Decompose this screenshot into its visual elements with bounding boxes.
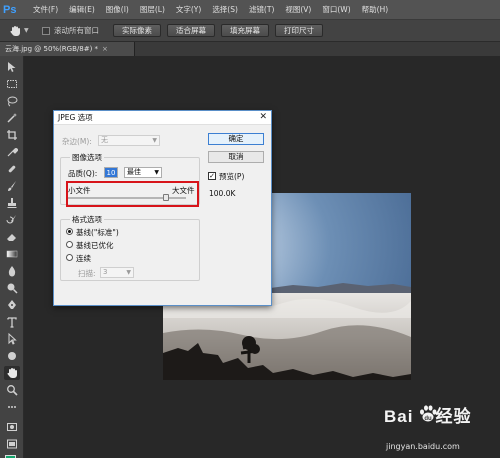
dialog-title: JPEG 选项 <box>58 113 93 122</box>
menu-filter[interactable]: 滤镜(T) <box>249 4 274 15</box>
matte-value: 无 <box>101 136 108 144</box>
quality-preset-select[interactable]: 最佳 ▼ <box>124 167 162 178</box>
menu-edit[interactable]: 编辑(E) <box>69 4 95 15</box>
document-tab[interactable]: 云海.jpg @ 50%(RGB/8#) * × <box>0 42 135 56</box>
scans-value: 3 <box>103 268 108 276</box>
preview-label: 预览(P) <box>219 172 245 181</box>
gradient-icon[interactable] <box>4 247 20 261</box>
matte-select[interactable]: 无 ▼ <box>98 135 160 146</box>
brush-icon[interactable] <box>4 179 20 193</box>
format-progressive-label: 连续 <box>76 254 91 263</box>
screen-mode-icon[interactable] <box>4 437 20 451</box>
fit-screen-button[interactable]: 适合屏幕 <box>167 24 215 37</box>
path-selection-icon[interactable] <box>4 332 20 346</box>
menu-file[interactable]: 文件(F) <box>33 4 58 15</box>
photoshop-logo: Ps <box>3 3 17 16</box>
menu-help[interactable]: 帮助(H) <box>362 4 389 15</box>
format-options-title: 格式选项 <box>70 214 104 225</box>
image-options-title: 图像选项 <box>70 152 104 163</box>
scans-select[interactable]: 3 ▼ <box>100 267 134 278</box>
quick-mask-icon[interactable] <box>4 420 20 434</box>
matte-label: 杂边(M): <box>62 137 92 146</box>
quality-label: 品质(Q): <box>68 169 98 178</box>
scans-label: 扫描: <box>78 269 96 278</box>
history-brush-icon[interactable] <box>4 213 20 227</box>
format-baseline-optimized-label: 基线已优化 <box>76 241 114 250</box>
preview-checkbox[interactable]: ✓ <box>208 172 216 180</box>
chevron-down-icon: ▼ <box>152 137 157 144</box>
eyedropper-icon[interactable] <box>4 145 20 159</box>
clone-stamp-icon[interactable] <box>4 196 20 210</box>
close-icon[interactable]: × <box>102 45 108 53</box>
zoom-icon[interactable] <box>4 383 20 397</box>
file-size-value: 100.0K <box>209 189 236 198</box>
document-tab-label: 云海.jpg @ 50%(RGB/8#) * <box>5 45 99 53</box>
type-icon[interactable] <box>4 315 20 329</box>
quality-input[interactable]: 10 <box>104 167 118 178</box>
format-baseline-standard-label: 基线("标准") <box>76 228 119 237</box>
chevron-down-icon: ▼ <box>154 169 159 176</box>
healing-brush-icon[interactable] <box>4 162 20 176</box>
edit-toolbar-icon[interactable] <box>4 400 20 414</box>
blur-icon[interactable] <box>4 264 20 278</box>
hand-icon[interactable] <box>4 366 20 380</box>
slider-highlight-box <box>66 181 199 207</box>
baidu-jingyan-watermark: du Bai 经验 jingyan.baidu.com <box>384 402 496 456</box>
magic-wand-icon[interactable] <box>4 111 20 125</box>
marquee-icon[interactable] <box>4 77 20 91</box>
scroll-all-windows-checkbox[interactable] <box>42 26 50 35</box>
scroll-all-windows-label: 滚动所有窗口 <box>54 26 99 35</box>
format-progressive-radio[interactable] <box>66 254 73 261</box>
menu-bar: Ps 文件(F) 编辑(E) 图像(I) 图层(L) 文字(Y) 选择(S) 滤… <box>0 0 500 20</box>
format-baseline-standard-radio[interactable] <box>66 228 73 235</box>
menu-image[interactable]: 图像(I) <box>106 4 129 15</box>
close-icon[interactable]: ✕ <box>259 112 267 122</box>
lasso-icon[interactable] <box>4 94 20 108</box>
chevron-down-icon[interactable]: ▼ <box>24 27 32 34</box>
hand-tool-preset-icon[interactable] <box>6 23 24 39</box>
format-baseline-optimized-radio[interactable] <box>66 241 73 248</box>
tools-panel <box>0 56 24 458</box>
fill-screen-button[interactable]: 填充屏幕 <box>221 24 269 37</box>
watermark-brand: Bai 经验 <box>384 407 472 426</box>
menu-view[interactable]: 视图(V) <box>285 4 311 15</box>
move-icon[interactable] <box>4 60 20 74</box>
ok-button[interactable]: 确定 <box>208 133 264 145</box>
eraser-icon[interactable] <box>4 230 20 244</box>
crop-icon[interactable] <box>4 128 20 142</box>
watermark-url: jingyan.baidu.com <box>386 442 460 451</box>
menu-window[interactable]: 窗口(W) <box>322 4 350 15</box>
dialog-title-bar[interactable]: JPEG 选项 ✕ <box>54 111 271 125</box>
chevron-down-icon: ▼ <box>126 269 131 276</box>
shape-icon[interactable] <box>4 349 20 363</box>
jpeg-options-dialog: JPEG 选项 ✕ 杂边(M): 无 ▼ 图像选项 品质(Q): 10 最佳 ▼ 小… <box>53 110 272 306</box>
document-tab-strip: 云海.jpg @ 50%(RGB/8#) * × <box>0 42 500 56</box>
print-size-button[interactable]: 打印尺寸 <box>275 24 323 37</box>
menu-layer[interactable]: 图层(L) <box>140 4 165 15</box>
dodge-icon[interactable] <box>4 281 20 295</box>
actual-pixels-button[interactable]: 实际像素 <box>113 24 161 37</box>
menu-type[interactable]: 文字(Y) <box>176 4 201 15</box>
cancel-button[interactable]: 取消 <box>208 151 264 163</box>
pen-icon[interactable] <box>4 298 20 312</box>
menu-select[interactable]: 选择(S) <box>212 4 238 15</box>
quality-preset-value: 最佳 <box>127 168 141 176</box>
options-bar: ▼ 滚动所有窗口 实际像素 适合屏幕 填充屏幕 打印尺寸 <box>0 20 500 42</box>
